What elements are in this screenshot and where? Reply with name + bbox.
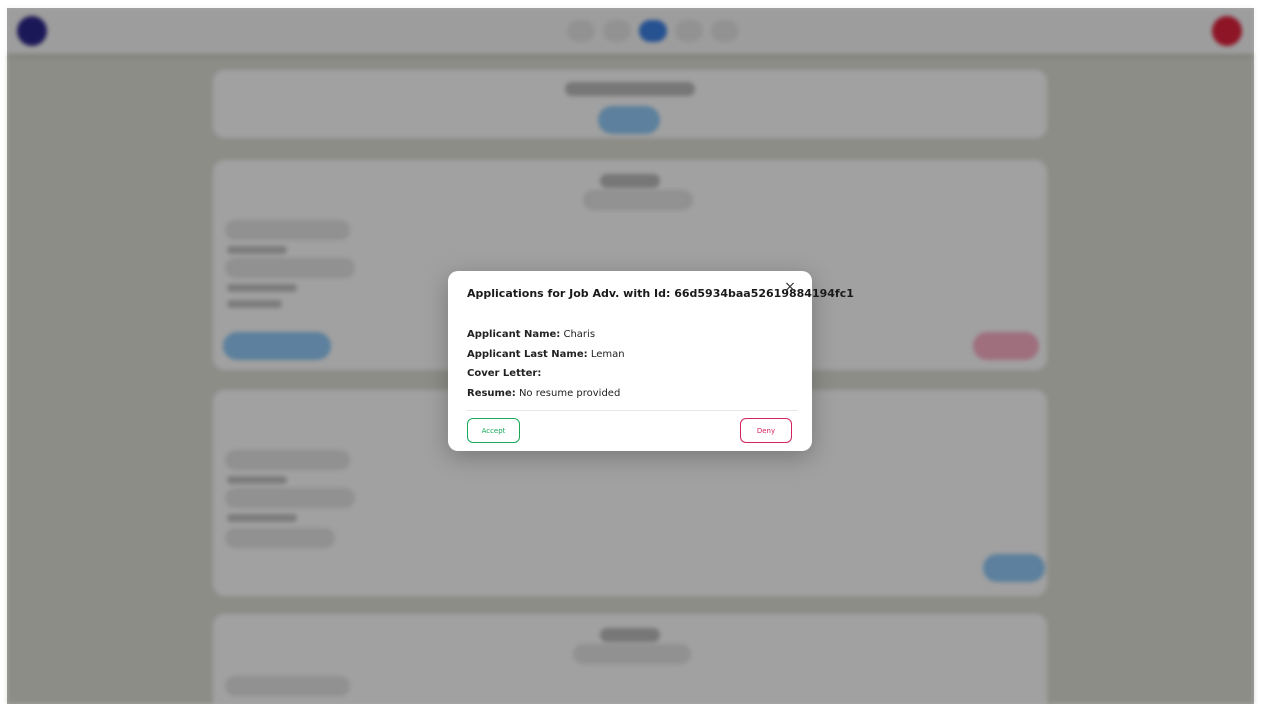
applications-modal: Applications for Job Adv. with Id: 66d59… [448, 271, 854, 451]
resume-field: Resume: No resume provided [467, 386, 798, 406]
accept-button[interactable]: Accept [467, 418, 520, 443]
applicant-last-name-value: Leman [590, 348, 625, 360]
cover-letter-label: Cover Letter: [467, 368, 542, 379]
applicant-name-label: Applicant Name: [467, 329, 561, 340]
resume-label: Resume: [467, 387, 516, 399]
modal-header: Applications for Job Adv. with Id: 66d59… [467, 279, 854, 317]
cover-letter-field: Cover Letter: [467, 366, 798, 386]
resume-value: No resume provided [518, 387, 621, 399]
applicant-last-name-label: Applicant Last Name: [467, 348, 588, 360]
applicant-name-field: Applicant Name: Charis [467, 327, 798, 347]
applicant-last-name-field: Applicant Last Name: Leman [467, 347, 798, 367]
deny-button[interactable]: Deny [740, 418, 792, 443]
modal-divider [467, 410, 798, 411]
applicant-name-value: Charis [563, 329, 596, 340]
modal-body: Applicant Name: Charis Applicant Last Na… [467, 327, 798, 405]
close-icon[interactable]: × [782, 279, 798, 295]
